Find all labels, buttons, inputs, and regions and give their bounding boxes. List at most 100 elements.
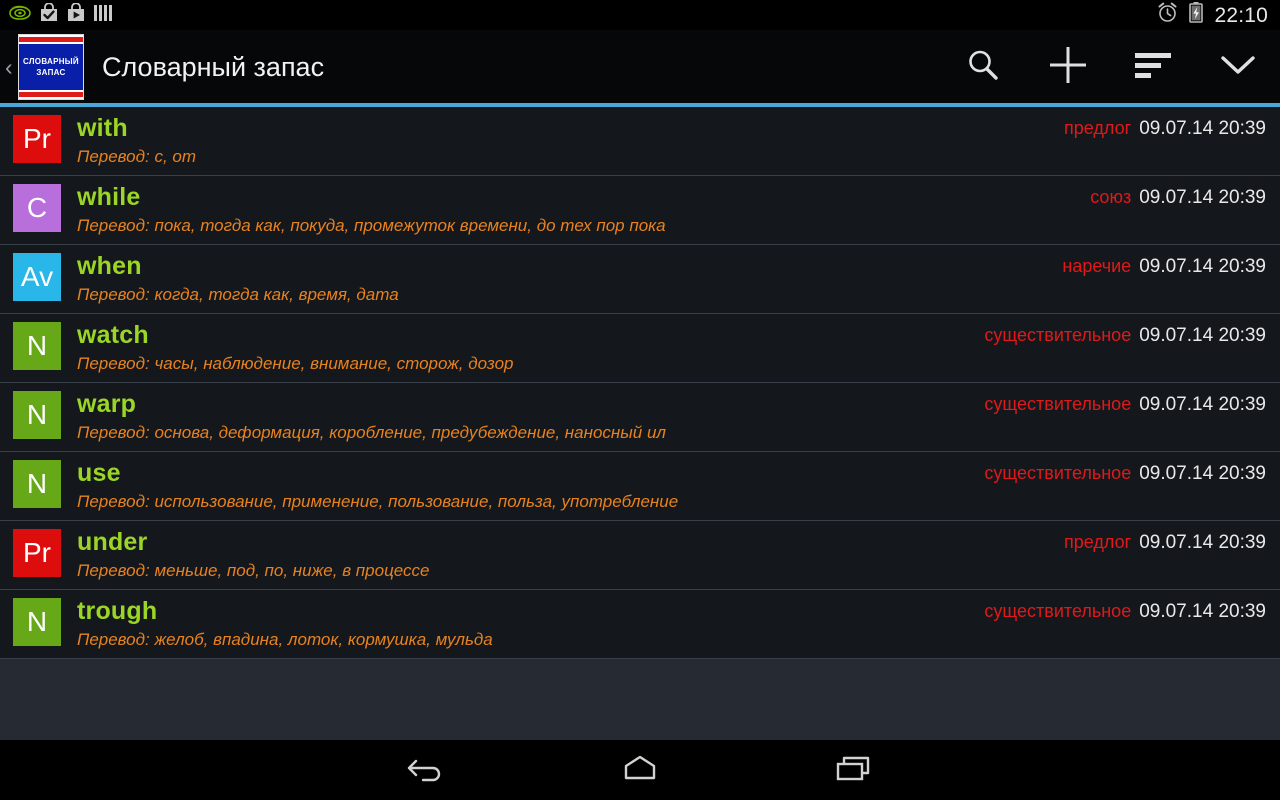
entry-timestamp: 09.07.14 20:39: [1139, 394, 1266, 415]
up-navigation-chevron-icon[interactable]: ‹: [0, 55, 16, 79]
logo-stripe-bottom: [19, 90, 83, 99]
app-bar-actions: [940, 30, 1280, 104]
word-list-row[interactable]: Pr with Перевод: с, от предлог 09.07.14 20:3…: [0, 107, 1280, 176]
word-term: while: [77, 183, 141, 211]
word-term: when: [77, 252, 142, 280]
logo-text-line2: ЗАПАС: [36, 67, 66, 77]
row-meta: предлог 09.07.14 20:39: [1064, 527, 1280, 554]
word-term: use: [77, 459, 121, 487]
part-of-speech-badge: Pr: [13, 529, 61, 577]
word-entry: with Перевод: с, от: [77, 113, 1064, 167]
row-meta: существительное 09.07.14 20:39: [984, 596, 1280, 623]
system-navigation-bar: [0, 740, 1280, 800]
app-title: Словарный запас: [102, 51, 325, 82]
logo-stripe-top: [19, 35, 83, 44]
part-of-speech-badge: N: [13, 322, 61, 370]
add-icon: [1046, 43, 1090, 92]
row-meta: наречие 09.07.14 20:39: [1062, 251, 1280, 278]
part-of-speech-badge: N: [13, 391, 61, 439]
android-screen: 22:10 ‹ СЛОВАРНЫЙ ЗАПАС Словарный запас: [0, 0, 1280, 800]
status-bar-clock: 22:10: [1214, 3, 1268, 27]
word-list-row[interactable]: Nwarp Перевод: основа, деформация, коробл…: [0, 383, 1280, 452]
nvidia-logo-icon: [9, 5, 31, 26]
entry-timestamp: 09.07.14 20:39: [1139, 463, 1266, 484]
word-entry: warp Перевод: основа, деформация, коробле…: [77, 389, 984, 443]
word-entry: use Перевод: использование, применение, п…: [77, 458, 984, 512]
word-translation: Перевод: с, от: [77, 147, 197, 166]
battery-charging-icon: [1189, 2, 1204, 28]
part-of-speech-badge: Pr: [13, 115, 61, 163]
word-translation: Перевод: пока, тогда как, покуда, промеж…: [77, 216, 666, 235]
word-translation: Перевод: часы, наблюдение, внимание, сто…: [77, 354, 514, 373]
word-list-row[interactable]: Nuse Перевод: использование, применение, …: [0, 452, 1280, 521]
row-meta: существительное 09.07.14 20:39: [984, 320, 1280, 347]
app-bar: ‹ СЛОВАРНЫЙ ЗАПАС Словарный запас: [0, 30, 1280, 104]
part-of-speech-badge: Av: [13, 253, 61, 301]
app-logo-icon[interactable]: СЛОВАРНЫЙ ЗАПАС: [18, 34, 84, 100]
add-button[interactable]: [1025, 30, 1110, 104]
word-term: warp: [77, 390, 137, 418]
part-of-speech-label: существительное: [984, 601, 1132, 621]
sort-icon: [1133, 49, 1173, 86]
word-translation: Перевод: желоб, впадина, лоток, кормушка…: [77, 630, 493, 649]
word-term: watch: [77, 321, 149, 349]
entry-timestamp: 09.07.14 20:39: [1139, 325, 1266, 346]
word-entry: watch Перевод: часы, наблюдение, внимание…: [77, 320, 984, 374]
word-list[interactable]: Pr with Перевод: с, от предлог 09.07.14 20:3…: [0, 107, 1280, 740]
part-of-speech-label: существительное: [984, 463, 1132, 483]
row-meta: существительное 09.07.14 20:39: [984, 389, 1280, 416]
word-translation: Перевод: использование, применение, поль…: [77, 492, 679, 511]
word-list-row[interactable]: Ntrough Перевод: желоб, впадина, лоток, к…: [0, 590, 1280, 659]
logo-body: СЛОВАРНЫЙ ЗАПАС: [19, 44, 83, 90]
word-term: trough: [77, 597, 158, 625]
part-of-speech-label: предлог: [1064, 532, 1132, 552]
bars-icon: [94, 4, 112, 27]
home-button[interactable]: [534, 740, 747, 800]
search-button[interactable]: [940, 30, 1025, 104]
word-list-row[interactable]: Cwhile Перевод: пока, тогда как, покуда, …: [0, 176, 1280, 245]
word-entry: trough Перевод: желоб, впадина, лоток, ко…: [77, 596, 984, 650]
recents-icon: [832, 752, 874, 789]
row-meta: союз 09.07.14 20:39: [1090, 182, 1280, 209]
word-list-row[interactable]: Pr under Перевод: меньше, под, по, ниже, в…: [0, 521, 1280, 590]
app-install-play-icon: [67, 2, 85, 27]
part-of-speech-label: наречие: [1062, 256, 1132, 276]
word-list-row[interactable]: Av when Перевод: когда, тогда как, время, …: [0, 245, 1280, 314]
logo-text-line1: СЛОВАРНЫЙ: [23, 57, 79, 67]
part-of-speech-badge: C: [13, 184, 61, 232]
word-entry: when Перевод: когда, тогда как, время, да…: [77, 251, 1062, 305]
word-term: under: [77, 528, 148, 556]
status-bar-system: 22:10: [1157, 2, 1280, 28]
sort-button[interactable]: [1110, 30, 1195, 104]
status-bar-notifications: [0, 2, 112, 27]
word-translation: Перевод: когда, тогда как, время, дата: [77, 285, 399, 304]
overflow-expand-button[interactable]: [1195, 30, 1280, 104]
back-icon: [406, 752, 448, 789]
part-of-speech-badge: N: [13, 598, 61, 646]
word-translation: Перевод: основа, деформация, коробление,…: [77, 423, 666, 442]
entry-timestamp: 09.07.14 20:39: [1139, 532, 1266, 553]
word-entry: under Перевод: меньше, под, по, ниже, в п…: [77, 527, 1064, 581]
row-meta: предлог 09.07.14 20:39: [1064, 113, 1280, 140]
entry-timestamp: 09.07.14 20:39: [1139, 601, 1266, 622]
entry-timestamp: 09.07.14 20:39: [1139, 118, 1266, 139]
entry-timestamp: 09.07.14 20:39: [1139, 187, 1266, 208]
entry-timestamp: 09.07.14 20:39: [1139, 256, 1266, 277]
search-icon: [964, 46, 1002, 89]
word-list-row[interactable]: Nwatch Перевод: часы, наблюдение, внимани…: [0, 314, 1280, 383]
chevron-down-icon: [1219, 52, 1257, 83]
app-install-check-icon: [40, 2, 58, 27]
part-of-speech-badge: N: [13, 460, 61, 508]
recents-button[interactable]: [747, 740, 960, 800]
part-of-speech-label: существительное: [984, 394, 1132, 414]
word-entry: while Перевод: пока, тогда как, покуда, п…: [77, 182, 1090, 236]
status-bar: 22:10: [0, 0, 1280, 30]
part-of-speech-label: предлог: [1064, 118, 1132, 138]
row-meta: существительное 09.07.14 20:39: [984, 458, 1280, 485]
part-of-speech-label: союз: [1090, 187, 1132, 207]
word-term: with: [77, 114, 128, 142]
home-icon: [619, 752, 661, 789]
word-translation: Перевод: меньше, под, по, ниже, в процес…: [77, 561, 430, 580]
back-button[interactable]: [321, 740, 534, 800]
alarm-clock-icon: [1157, 2, 1178, 28]
